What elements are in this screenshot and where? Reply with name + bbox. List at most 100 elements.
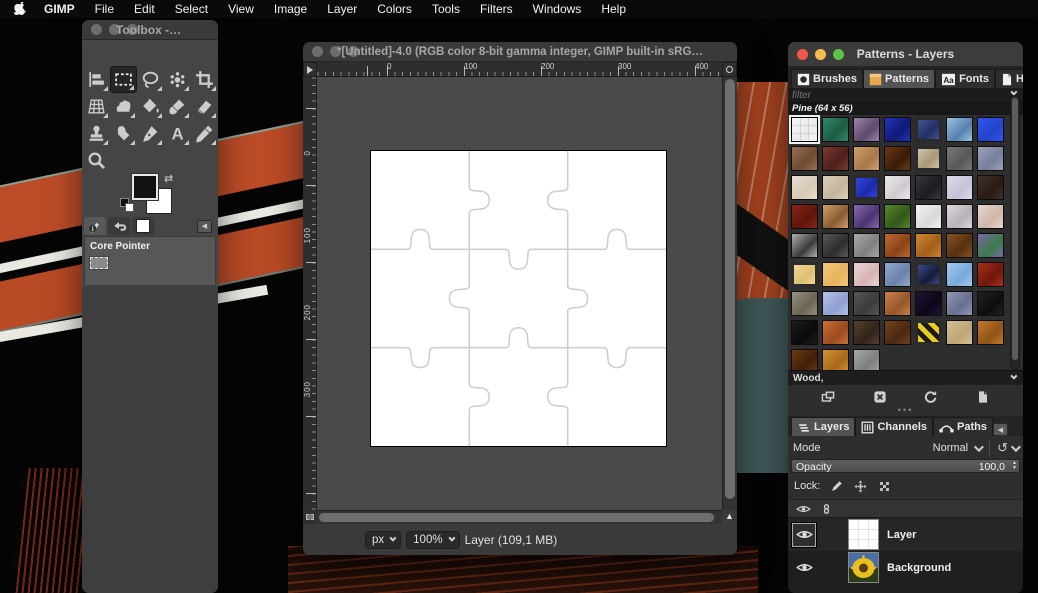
scroll-up-arrow[interactable]: ▲	[723, 509, 736, 524]
free-select-tool[interactable]	[137, 66, 164, 93]
opacity-spinner[interactable]: ▲▼	[1012, 461, 1017, 471]
pattern-swatch[interactable]	[946, 291, 973, 316]
pattern-swatch[interactable]	[853, 262, 880, 287]
pattern-scrollbar[interactable]	[1010, 95, 1020, 370]
pattern-swatch[interactable]	[946, 117, 973, 142]
pattern-swatch[interactable]	[791, 117, 818, 142]
swap-colors-icon[interactable]: ⇄	[164, 172, 173, 185]
pattern-swatch[interactable]	[915, 204, 942, 229]
crop-tool[interactable]	[191, 66, 218, 93]
canvas-viewport[interactable]	[317, 77, 722, 510]
device-tool-icon[interactable]	[90, 257, 108, 269]
pattern-swatch[interactable]	[915, 175, 942, 200]
tab-tool-options[interactable]: i	[84, 217, 106, 235]
layer-name[interactable]: Background	[887, 562, 951, 574]
pattern-swatch[interactable]	[884, 262, 911, 287]
ruler-origin-button[interactable]	[303, 62, 317, 77]
color-picker-tool[interactable]	[191, 120, 218, 147]
tab-undo-history[interactable]	[108, 217, 130, 235]
panel-collapse-button[interactable]: ◀	[993, 423, 1008, 436]
menu-item-windows[interactable]: Windows	[523, 2, 592, 16]
pattern-swatch[interactable]	[977, 291, 1004, 316]
menu-item-colors[interactable]: Colors	[367, 2, 422, 16]
vertical-scrollbar-thumb[interactable]	[725, 79, 735, 499]
pattern-swatch[interactable]	[977, 262, 1004, 287]
pattern-swatch[interactable]	[791, 175, 818, 200]
menu-item-view[interactable]: View	[218, 2, 264, 16]
visibility-toggle[interactable]	[792, 523, 816, 547]
horizontal-scrollbar-thumb[interactable]	[319, 513, 714, 522]
menu-item-image[interactable]: Image	[264, 2, 317, 16]
tab-history[interactable]: History	[995, 69, 1023, 88]
bucket-tool[interactable]	[137, 93, 164, 120]
pattern-swatch[interactable]	[791, 146, 818, 171]
pattern-swatch[interactable]	[822, 204, 849, 229]
opacity-slider[interactable]: Opacity 100,0 ▲▼	[791, 459, 1020, 473]
dock-splitter-handle[interactable]: •••	[788, 408, 1023, 416]
vertical-scrollbar[interactable]	[722, 77, 737, 510]
pattern-swatch[interactable]	[884, 175, 911, 200]
lock-pixels-button[interactable]	[829, 479, 844, 494]
rectangle-select-tool[interactable]	[110, 66, 137, 93]
menu-item-help[interactable]: Help	[591, 2, 636, 16]
pattern-swatch[interactable]	[977, 204, 1004, 229]
pattern-swatch[interactable]	[822, 146, 849, 171]
pattern-swatch[interactable]	[977, 233, 1004, 258]
paintbrush-tool[interactable]	[164, 93, 191, 120]
canvas-image[interactable]	[370, 150, 667, 447]
pattern-scrollbar-thumb[interactable]	[1012, 98, 1018, 360]
tab-paths[interactable]: Paths	[933, 417, 993, 436]
menu-item-tools[interactable]: Tools	[422, 2, 470, 16]
menu-item-file[interactable]: File	[85, 2, 124, 16]
pattern-swatch[interactable]	[822, 117, 849, 142]
menu-item-filters[interactable]: Filters	[470, 2, 523, 16]
menu-item-select[interactable]: Select	[165, 2, 218, 16]
image-window-titlebar[interactable]: *[Untitled]-4.0 (RGB color 8-bit gamma i…	[303, 42, 737, 62]
pattern-swatch[interactable]	[791, 262, 818, 287]
pattern-swatch[interactable]	[946, 204, 973, 229]
pattern-swatch[interactable]	[822, 175, 849, 200]
vertical-ruler[interactable]: 0100200300	[303, 77, 317, 510]
toolbox-titlebar[interactable]: Toolbox - De...	[82, 20, 218, 40]
visibility-column-icon[interactable]	[796, 503, 811, 515]
pattern-filter-input[interactable]	[792, 88, 992, 102]
pattern-swatch[interactable]	[853, 233, 880, 258]
menu-item-gimp[interactable]: GIMP	[34, 2, 85, 16]
pattern-swatch[interactable]	[853, 320, 880, 345]
pattern-swatch[interactable]	[822, 233, 849, 258]
pattern-swatch[interactable]	[853, 204, 880, 229]
pattern-swatch[interactable]	[791, 204, 818, 229]
visibility-toggle[interactable]	[792, 556, 816, 580]
pattern-swatch[interactable]	[915, 320, 942, 345]
pattern-swatch[interactable]	[884, 117, 911, 142]
panel-collapse-button[interactable]: ◀	[197, 220, 212, 233]
pattern-swatch[interactable]	[946, 262, 973, 287]
menu-item-layer[interactable]: Layer	[317, 2, 367, 16]
layer-name[interactable]: Layer	[887, 529, 916, 541]
navigation-preview-button[interactable]	[722, 62, 737, 77]
pattern-swatch[interactable]	[853, 175, 880, 200]
pattern-swatch[interactable]	[884, 233, 911, 258]
layer-row-background[interactable]: Background	[788, 551, 1023, 584]
pattern-swatch[interactable]	[884, 146, 911, 171]
menu-item-edit[interactable]: Edit	[124, 2, 165, 16]
pattern-swatch[interactable]	[915, 291, 942, 316]
mode-dropdown[interactable]: Normal	[933, 442, 981, 454]
smudge-tool[interactable]	[110, 120, 137, 147]
mode-switch-control[interactable]: ↺	[989, 440, 1018, 456]
alignment-tool[interactable]	[83, 66, 110, 93]
pattern-swatch[interactable]	[822, 320, 849, 345]
pattern-swatch[interactable]	[791, 320, 818, 345]
tab-patterns-mini[interactable]	[132, 217, 154, 235]
pattern-swatch[interactable]	[853, 146, 880, 171]
horizontal-scrollbar[interactable]	[317, 510, 722, 524]
foreground-color-swatch[interactable]	[132, 174, 158, 200]
refresh-patterns-button[interactable]	[923, 389, 939, 405]
pattern-swatch[interactable]	[884, 291, 911, 316]
tab-brushes[interactable]: Brushes	[791, 69, 863, 88]
tab-patterns[interactable]: Patterns	[863, 69, 935, 88]
pattern-swatch[interactable]	[977, 320, 1004, 345]
pattern-swatch[interactable]	[791, 291, 818, 316]
color-area[interactable]: ⇄	[118, 172, 178, 218]
zoom-tool[interactable]	[83, 147, 110, 174]
